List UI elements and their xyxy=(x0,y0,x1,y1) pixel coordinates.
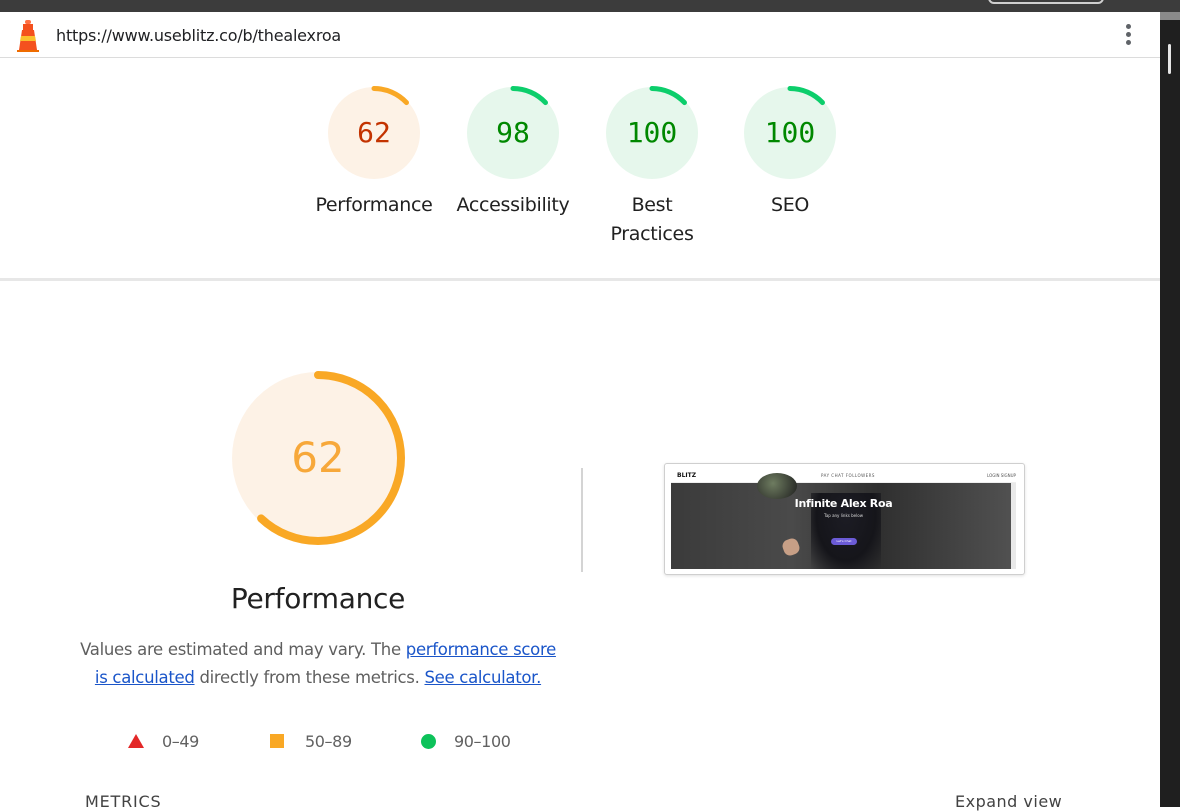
performance-description: Values are estimated and may vary. The p… xyxy=(80,636,556,692)
thumb-nav-right: LOGIN SIGNUP xyxy=(987,473,1016,478)
thumb-hand-image xyxy=(780,536,802,558)
legend-average: 50–89 xyxy=(270,726,352,756)
thumb-globe-image xyxy=(757,473,797,499)
thumb-hero-button: Let's Chat xyxy=(831,538,857,545)
thumb-hero-sub: Tap any links below xyxy=(824,513,863,518)
legend-range: 90–100 xyxy=(454,731,511,751)
score-legend: 0–49 50–89 90–100 xyxy=(0,726,600,756)
legend-pass: 90–100 xyxy=(421,726,511,756)
legend-fail: 0–49 xyxy=(128,726,199,756)
report-url: https://www.useblitz.co/b/thealexroa xyxy=(56,26,342,45)
gauge-best-practices[interactable]: 100 Best Practices xyxy=(587,85,717,249)
report-url-bar: https://www.useblitz.co/b/thealexroa xyxy=(0,12,1160,58)
legend-range: 0–49 xyxy=(162,731,199,751)
final-screenshot-thumbnail[interactable]: BLITZ PAY CHAT FOLLOWERS LOGIN SIGNUP In… xyxy=(664,463,1025,575)
thumb-nav-links: PAY CHAT FOLLOWERS xyxy=(821,473,875,478)
thumb-hero: Infinite Alex Roa Tap any links below Le… xyxy=(671,473,1016,569)
pass-circle-icon xyxy=(421,733,436,749)
kebab-menu-icon[interactable] xyxy=(1120,22,1136,50)
browser-top-strip xyxy=(0,0,1180,12)
gauge-score: 62 xyxy=(357,116,391,149)
section-divider xyxy=(0,278,1160,281)
scrollbar-track xyxy=(1160,12,1180,807)
desc-prefix: Values are estimated and may vary. The xyxy=(80,640,406,659)
see-calculator-link[interactable]: See calculator. xyxy=(424,668,541,687)
gauge-seo[interactable]: 100 SEO xyxy=(725,85,855,220)
thumb-nav: BLITZ PAY CHAT FOLLOWERS LOGIN SIGNUP xyxy=(671,470,1016,483)
report-page: https://www.useblitz.co/b/thealexroa 62 … xyxy=(0,12,1160,811)
category-gauges: 62 Performance 98 Accessibility 100 Best… xyxy=(0,58,1160,278)
gauge-label: Performance xyxy=(315,194,433,216)
performance-title: Performance xyxy=(230,582,406,615)
scrollbar-thumb[interactable] xyxy=(1168,44,1171,74)
thumb-scrollbar xyxy=(1011,483,1016,569)
legend-range: 50–89 xyxy=(305,731,352,751)
window-scrollbar[interactable] xyxy=(1160,12,1180,807)
thumb-brand: BLITZ xyxy=(677,472,697,479)
gauge-score: 100 xyxy=(764,116,816,149)
gauge-score: 100 xyxy=(626,116,678,149)
tab-pill[interactable] xyxy=(988,0,1104,4)
expand-view-button[interactable]: Expand view xyxy=(955,792,1062,811)
lighthouse-icon xyxy=(17,20,39,52)
gauge-performance[interactable]: 62 Performance xyxy=(309,85,439,220)
gauge-label: Accessibility xyxy=(456,194,570,216)
gauge-score: 98 xyxy=(496,116,530,149)
performance-big-score: 62 xyxy=(291,433,345,482)
gauge-label: SEO xyxy=(770,194,810,216)
vertical-separator xyxy=(581,468,583,572)
metrics-heading: METRICS xyxy=(85,792,162,811)
desc-middle: directly from these metrics. xyxy=(194,668,425,687)
average-square-icon xyxy=(270,734,284,748)
thumb-hero-title: Infinite Alex Roa xyxy=(794,497,893,510)
fail-triangle-icon xyxy=(128,734,144,748)
scrollbar-cap xyxy=(1160,12,1180,20)
gauge-label: Best Practices xyxy=(610,194,694,245)
gauge-accessibility[interactable]: 98 Accessibility xyxy=(448,85,578,220)
